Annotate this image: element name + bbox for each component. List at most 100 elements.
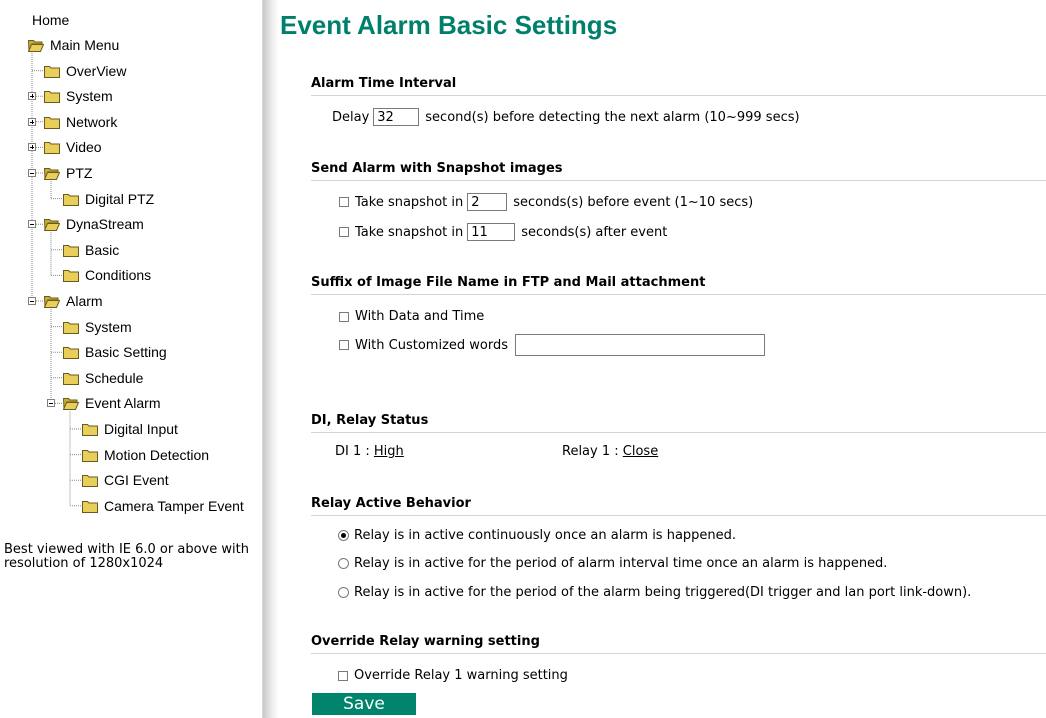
save-button[interactable]: Save [312,693,416,715]
snapshot-after-input[interactable] [467,223,516,241]
snapshot-after-suffix: seconds(s) after event [521,224,668,240]
di-status: DI 1 : High [335,444,404,459]
relay-behavior-radio-3[interactable] [338,587,349,598]
relay-behavior-radio-2[interactable] [338,558,349,569]
snapshot-before-label: Take snapshot in [355,194,464,210]
folder-icon [44,64,66,78]
tree-item-schedule[interactable]: Schedule [63,368,143,388]
expand-plus-icon[interactable] [28,117,36,126]
tree-item-alarm-system[interactable]: System [63,317,132,337]
di-value-link[interactable]: High [374,444,404,459]
delay-label: Delay [332,109,370,125]
date-time-row: With Data and Time [339,309,484,324]
tree-item-label: Alarm [66,293,103,309]
folder-icon [63,268,85,283]
alarm-time-interval-heading: Alarm Time Interval [311,76,1046,96]
folder-icon [82,473,104,488]
snapshot-after-row: Take snapshot in seconds(s) after event [339,223,667,241]
main-content: Event Alarm Basic Settings Alarm Time In… [279,0,1046,718]
snapshot-after-checkbox[interactable] [339,227,349,237]
date-time-label: With Data and Time [355,309,485,324]
collapse-minus-icon[interactable] [28,169,36,177]
expand-plus-icon[interactable] [28,92,36,101]
snapshot-before-row: Take snapshot in seconds(s) before event… [339,193,753,211]
divider-shadow [263,0,279,718]
custom-words-checkbox[interactable] [339,340,349,350]
tree-item-label: Schedule [85,369,144,386]
relay-behavior-heading: Relay Active Behavior [311,496,1046,516]
open-folder-icon [44,294,66,308]
sidebar-navigation: Home Main Menu OverView System Network Video… [0,0,263,718]
tree-item-label: Network [66,113,118,130]
folder-icon [63,192,85,206]
tree-item-motion-detection[interactable]: Motion Detection [82,445,209,465]
tree-item-label: Conditions [85,267,152,284]
tree-item-label: Digital PTZ [85,190,155,207]
tree-item-digital-ptz[interactable]: Digital PTZ [63,189,154,209]
tree-item-label: CGI Event [104,472,169,489]
tree-item-main-menu[interactable]: Main Menu [28,35,119,55]
tree-item-label: Basic Setting [85,344,167,361]
folder-icon [44,115,66,129]
snapshot-before-input[interactable] [467,193,508,211]
override-relay-row: Override Relay 1 warning setting [338,668,568,683]
relay-behavior-option-1: Relay is in active continuously once an … [338,528,736,543]
tree-item-label: System [66,88,113,105]
snapshot-before-checkbox[interactable] [339,197,349,207]
relay-behavior-label-2: Relay is in active for the period of ala… [354,556,888,571]
folder-icon [82,499,104,513]
tree-item-dynastream[interactable]: DynaStream [44,214,144,234]
page-title: Event Alarm Basic Settings [280,10,618,40]
tree-item-label: Video [66,139,102,156]
collapse-minus-icon[interactable] [28,220,36,229]
tree-item-label: System [85,318,132,335]
tree-item-network[interactable]: Network [44,112,117,132]
open-folder-icon [28,38,50,52]
tree-item-basic-setting[interactable]: Basic Setting [63,342,167,362]
folder-icon [82,422,104,436]
delay-row: Delay second(s) before detecting the nex… [332,108,800,126]
di-label: DI 1 : [335,444,370,459]
collapse-minus-icon[interactable] [28,297,36,305]
tree-item-label: Main Menu [50,37,120,53]
tree-item-alarm[interactable]: Alarm [44,291,103,311]
tree-item-digital-input[interactable]: Digital Input [82,419,178,439]
tree-item-overview[interactable]: OverView [44,61,126,81]
relay-status: Relay 1 : Close [562,444,658,459]
open-folder-icon [63,396,85,411]
folder-icon [63,371,85,385]
tree-item-label: OverView [66,62,127,79]
tree-item-camera-tamper-event[interactable]: Camera Tamper Event [82,496,244,516]
folder-icon [63,243,85,257]
filename-suffix-heading: Suffix of Image File Name in FTP and Mai… [311,275,1046,295]
tree-item-label: Event Alarm [85,395,161,412]
tree-item-video[interactable]: Video [44,137,102,157]
tree-item-label: DynaStream [66,216,144,233]
relay-value-link[interactable]: Close [623,444,658,459]
expand-plus-icon[interactable] [28,143,36,152]
custom-words-input[interactable] [515,334,765,356]
tree-item-ptz[interactable]: PTZ [44,163,92,183]
relay-behavior-label-3: Relay is in active for the period of the… [354,585,972,600]
tree-item-label: Motion Detection [104,446,210,463]
override-relay-checkbox[interactable] [338,670,348,681]
tree-item-system[interactable]: System [44,86,113,106]
snapshot-after-label: Take snapshot in [355,224,464,240]
date-time-checkbox[interactable] [339,311,349,322]
collapse-minus-icon[interactable] [47,399,55,408]
override-relay-heading: Override Relay warning setting [311,634,1046,654]
tree-item-event-alarm[interactable]: Event Alarm [63,393,160,413]
relay-behavior-option-2: Relay is in active for the period of ala… [338,556,887,571]
tree-item-basic[interactable]: Basic [63,240,119,260]
tree-item-conditions[interactable]: Conditions [63,265,151,285]
folder-icon [63,320,85,334]
tree-item-label: Basic [85,241,120,258]
tree-item-cgi-event[interactable]: CGI Event [82,470,169,490]
open-folder-icon [44,166,66,180]
folder-icon [44,89,66,104]
open-folder-icon [44,217,66,232]
snapshot-before-suffix: seconds(s) before event (1~10 secs) [513,194,754,210]
folder-icon [44,140,66,155]
delay-input[interactable] [373,108,420,126]
relay-behavior-radio-1[interactable] [338,530,349,541]
